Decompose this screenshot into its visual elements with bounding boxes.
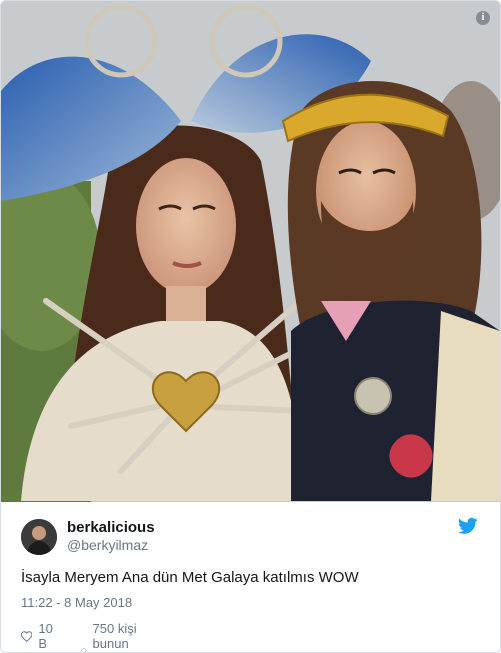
reply-action[interactable]: 750 kişi bunun hakkında konuşuyor (81, 621, 163, 652)
embedded-tweet-card: i berkalicious @berkyilmaz İsayla Meryem… (0, 0, 501, 653)
like-action[interactable]: 10 B (21, 621, 57, 651)
like-count: 10 B (38, 621, 53, 651)
reply-count-text: 750 kişi bunun hakkında konuşuyor (92, 621, 146, 652)
tweet-photo[interactable]: i (1, 1, 500, 502)
info-icon[interactable]: i (476, 11, 490, 25)
avatar-image (21, 519, 57, 555)
tweet-text: İsayla Meryem Ana dün Met Galaya katılmı… (21, 569, 359, 586)
author-handle[interactable]: @berkyilmaz (67, 537, 148, 553)
author-display-name[interactable]: berkalicious (67, 519, 155, 536)
tweet-author: berkalicious @berkyilmaz (21, 515, 481, 555)
speech-bubble-icon (81, 648, 87, 652)
avatar[interactable] (21, 519, 57, 555)
photo-illustration (1, 1, 500, 502)
tweet-timestamp[interactable]: 11:22 - 8 May 2018 (21, 595, 132, 610)
heart-icon (21, 630, 33, 642)
twitter-bird-icon[interactable] (458, 517, 478, 535)
